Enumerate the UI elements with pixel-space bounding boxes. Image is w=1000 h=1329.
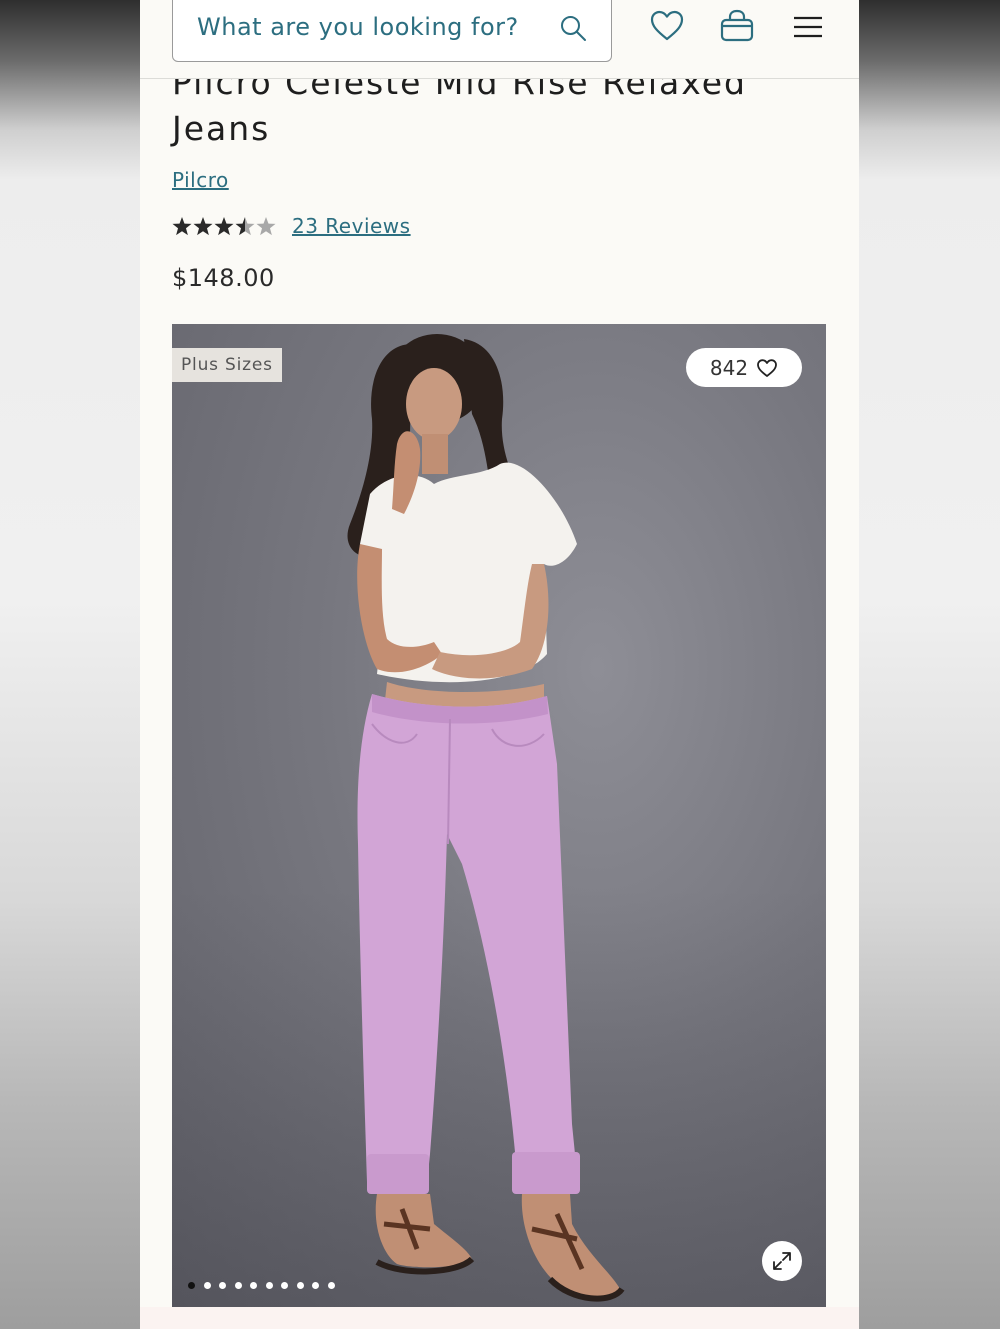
plus-sizes-badge: Plus Sizes [172,348,282,382]
heart-icon[interactable] [649,8,685,44]
gallery-dot[interactable] [234,1282,242,1289]
search-placeholder: What are you looking for? [197,13,519,41]
brand-link[interactable]: Pilcro [172,168,229,192]
site-header: What are you looking for? [140,0,859,79]
heart-icon [757,358,777,377]
likes-count: 842 [709,355,749,380]
product-price: $148.00 [172,264,275,292]
shopping-bag-icon[interactable] [719,8,755,44]
expand-icon [773,1252,791,1270]
star-icon [235,217,255,236]
gallery-dot[interactable] [203,1282,211,1289]
product-rating[interactable]: 23 Reviews [172,212,411,240]
star-icon [256,217,276,236]
page-footer-edge [140,1307,859,1329]
star-rating [172,217,276,236]
product-image [347,334,625,1302]
product-page: What are you looking for? Pilcro Celeste… [140,0,859,1329]
hamburger-menu-icon[interactable] [790,8,826,44]
gallery-dot[interactable] [312,1282,319,1289]
gallery-dot[interactable] [265,1282,273,1289]
gallery-pagination[interactable] [188,1282,335,1289]
search-input[interactable]: What are you looking for? [172,0,612,62]
gallery-dot[interactable] [296,1282,304,1289]
gallery-dot[interactable] [219,1282,226,1289]
gallery-dot[interactable] [188,1282,195,1289]
gallery-dot[interactable] [250,1282,257,1289]
search-icon[interactable] [559,14,587,42]
gallery-dot[interactable] [281,1282,288,1289]
star-icon [193,217,213,236]
star-icon [172,217,192,236]
favorite-button[interactable]: 842 [686,348,802,387]
product-image-gallery[interactable]: Plus Sizes 842 [172,324,826,1307]
reviews-link[interactable]: 23 Reviews [292,214,411,238]
star-icon [214,217,234,236]
expand-button[interactable] [762,1241,802,1281]
gallery-dot[interactable] [327,1282,335,1289]
